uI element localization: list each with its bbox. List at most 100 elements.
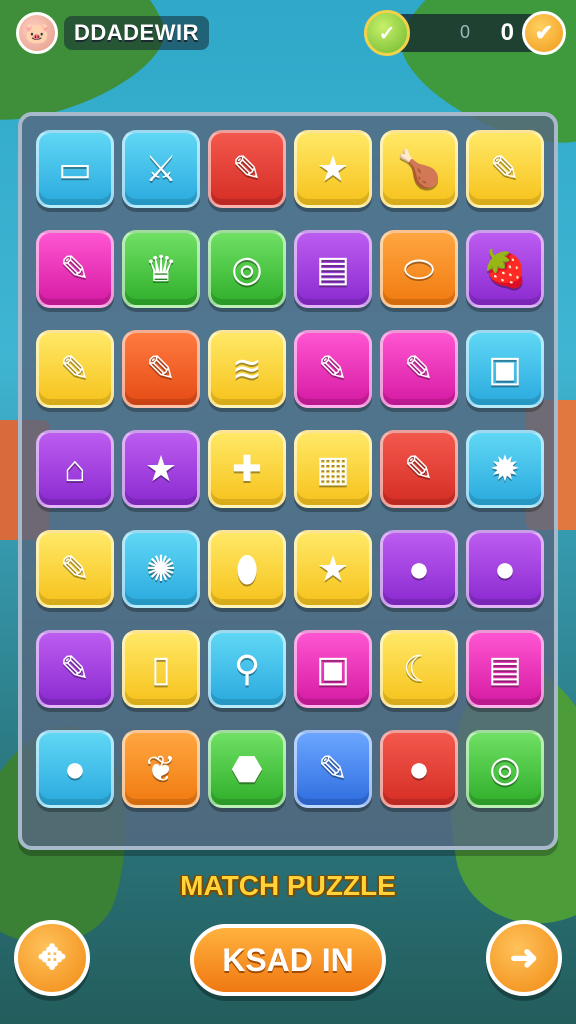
ruler-icon: ▤ [315, 248, 350, 289]
main-action-button[interactable]: KSAD IN [190, 924, 386, 996]
balloon-icon: ● [408, 748, 430, 789]
game-tile[interactable]: ✎ [208, 130, 286, 208]
game-tile[interactable]: ✹ [466, 430, 544, 508]
confirm-button[interactable]: ✔ [522, 11, 566, 55]
cookie-icon: ⬣ [231, 748, 263, 789]
game-tile[interactable]: ≋ [208, 330, 286, 408]
game-tile[interactable]: ● [380, 730, 458, 808]
pencil-icon: ✎ [231, 148, 263, 189]
pencil-icon: ✎ [59, 648, 91, 689]
checkmark-icon: ✔ [534, 20, 554, 45]
shuffle-button[interactable]: ✥ [14, 920, 90, 996]
score-value: 0 [500, 19, 514, 46]
game-tile[interactable]: ✎ [36, 530, 114, 608]
card-icon: ▭ [57, 148, 92, 189]
arrow-right-icon: ➜ [509, 939, 539, 977]
game-tile[interactable]: ● [36, 730, 114, 808]
game-tile[interactable]: 🍗 [380, 130, 458, 208]
game-tile[interactable]: ✎ [36, 230, 114, 308]
pencil-icon: ✎ [317, 748, 349, 789]
game-tile[interactable]: ✺ [122, 530, 200, 608]
crayon-icon: ✎ [403, 348, 435, 389]
game-tile[interactable]: ⌂ [36, 430, 114, 508]
star-icon: ★ [316, 148, 350, 189]
top-bar: 🐷 DDADEWIR ✓ 0 0 ✔ [10, 10, 566, 58]
crayon-icon: ✎ [317, 348, 349, 389]
pin-icon: ✚ [231, 448, 263, 489]
crown-icon: ♛ [144, 248, 178, 289]
player-name: DDADEWIR [64, 16, 209, 50]
strawberry-icon: 🍓 [482, 248, 528, 289]
game-tile[interactable]: ⬭ [380, 230, 458, 308]
game-tile[interactable]: 🍓 [466, 230, 544, 308]
marker-icon: ✎ [59, 248, 91, 289]
marker-icon: ✎ [403, 448, 435, 489]
capsule-icon: ⬭ [403, 248, 435, 289]
house-icon: ⌂ [64, 448, 86, 489]
game-tile[interactable]: ★ [294, 530, 372, 608]
game-tile[interactable]: ▤ [294, 230, 372, 308]
moon-icon: ☾ [402, 648, 436, 689]
chat-bubble-icon: ● [64, 748, 86, 789]
drumstick-icon: 🍗 [396, 148, 442, 189]
tile-grid: ▭ ⚔ ✎ ★ 🍗 ✎ ✎ ♛ ◎ ▤ ⬭ 🍓 ✎ ✎ ≋ ✎ ✎ ▣ ⌂ ★ ✚ ▦ ✎ ✹ ✎ ✺ ⬮ ★ ● ● ✎ ▯ ⚲ ▣ ☾ ▤ ● ❦ ⬣ ✎… [36, 130, 544, 808]
game-tile[interactable]: ✎ [294, 730, 372, 808]
game-tile[interactable]: ✎ [380, 330, 458, 408]
game-tile[interactable]: ✎ [36, 630, 114, 708]
game-tile[interactable]: ▦ [294, 430, 372, 508]
game-tile[interactable]: ✎ [122, 330, 200, 408]
pencil-icon: ✎ [59, 348, 91, 389]
game-tile[interactable]: ▤ [466, 630, 544, 708]
bottle-icon: ▯ [151, 648, 171, 689]
game-tile[interactable]: ⚔ [122, 130, 200, 208]
star-icon: ★ [144, 448, 178, 489]
magnifier-icon: ⚲ [233, 648, 261, 689]
game-tile[interactable]: ✎ [36, 330, 114, 408]
cloth-icon: ≋ [231, 348, 263, 389]
pencil-icon: ✎ [489, 148, 521, 189]
leaf-icon: ❦ [145, 748, 177, 789]
game-tile[interactable]: ◎ [208, 230, 286, 308]
game-tile[interactable]: ✎ [466, 130, 544, 208]
next-button[interactable]: ➜ [486, 920, 562, 996]
pig-face-icon: 🐷 [24, 22, 50, 45]
blob-icon: ✺ [145, 548, 177, 589]
game-tile[interactable]: ▯ [122, 630, 200, 708]
calculator-icon: ▦ [315, 448, 350, 489]
game-tile[interactable]: ★ [294, 130, 372, 208]
game-tile[interactable]: ● [380, 530, 458, 608]
game-tile[interactable]: ▣ [294, 630, 372, 708]
game-tile[interactable]: ◎ [466, 730, 544, 808]
tomato-icon: ● [494, 548, 516, 589]
gear-icon: ✹ [489, 448, 521, 489]
game-tile[interactable]: ▣ [466, 330, 544, 408]
game-tile[interactable]: ⬮ [208, 530, 286, 608]
game-tile[interactable]: ★ [122, 430, 200, 508]
robot-icon: ▣ [487, 348, 522, 389]
game-tile[interactable]: ● [466, 530, 544, 608]
sword-icon: ⚔ [144, 148, 178, 189]
puzzle-piece-icon: ✥ [37, 939, 67, 977]
game-tile[interactable]: ❦ [122, 730, 200, 808]
game-tile[interactable]: ⬣ [208, 730, 286, 808]
game-tile[interactable]: ♛ [122, 230, 200, 308]
eggplant-icon: ⬮ [235, 548, 259, 589]
game-tile[interactable]: ☾ [380, 630, 458, 708]
game-tile[interactable]: ▭ [36, 130, 114, 208]
coin-icon: ✓ [364, 10, 410, 56]
cake-icon: ▤ [487, 648, 522, 689]
lollipop-icon: ● [408, 548, 430, 589]
robot-icon: ▣ [315, 648, 350, 689]
game-tile[interactable]: ✎ [294, 330, 372, 408]
score-panel: ✓ 0 0 ✔ [364, 10, 566, 56]
score-secondary: 0 [460, 22, 471, 42]
donut-icon: ◎ [489, 748, 521, 789]
crayon-icon: ✎ [59, 548, 91, 589]
game-board: ▭ ⚔ ✎ ★ 🍗 ✎ ✎ ♛ ◎ ▤ ⬭ 🍓 ✎ ✎ ≋ ✎ ✎ ▣ ⌂ ★ ✚ ▦ ✎ ✹ ✎ ✺ ⬮ ★ ● ● ✎ ▯ ⚲ ▣ ☾ ▤ ● ❦ ⬣ ✎… [18, 112, 558, 850]
star-icon: ★ [316, 548, 350, 589]
game-tile[interactable]: ✎ [380, 430, 458, 508]
player-avatar[interactable]: 🐷 [16, 12, 58, 54]
game-tile[interactable]: ⚲ [208, 630, 286, 708]
game-tile[interactable]: ✚ [208, 430, 286, 508]
game-title: MATCH PUZZLE [180, 870, 396, 901]
